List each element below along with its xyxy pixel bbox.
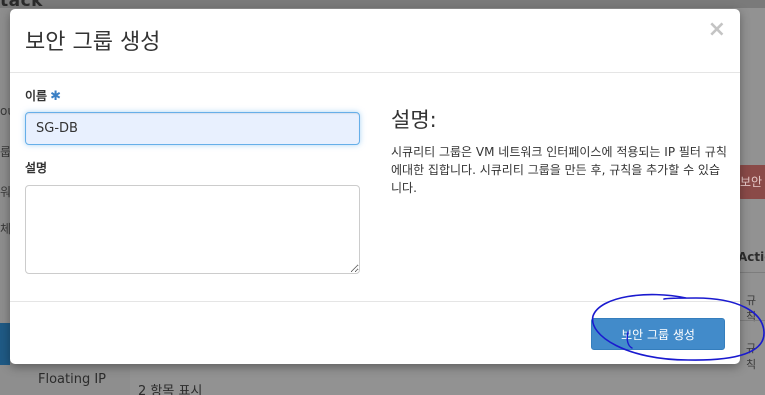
name-field-label: 이름 ✱ <box>25 87 360 104</box>
dialog-footer: 보안 그룹 생성 <box>10 301 740 365</box>
help-panel: 설명: 시큐리티 그룹은 VM 네트워크 인터페이스에 적용되는 IP 필터 규… <box>391 104 731 197</box>
name-label-text: 이름 <box>25 89 48 103</box>
form-column: 이름✱ 설명 <box>25 87 360 274</box>
description-textarea[interactable] <box>25 185 360 274</box>
background-table-count: 2 항목 표시 <box>138 384 203 395</box>
close-icon[interactable]: × <box>708 19 726 41</box>
help-text: 시큐리티 그룹은 VM 네트워크 인터페이스에 적용되는 IP 필터 규칙에대한… <box>391 145 727 195</box>
background-sidebar-active-marker <box>0 323 10 365</box>
background-table-divider <box>740 320 765 321</box>
dialog-header: 보안 그룹 생성 × <box>10 9 740 73</box>
create-security-group-button[interactable]: 보안 그룹 생성 <box>591 318 725 350</box>
create-security-group-dialog: 보안 그룹 생성 × 이름✱ 설명 설명: 시큐리티 그룹은 VM 네트워크 인… <box>10 9 740 364</box>
name-input[interactable] <box>25 112 360 145</box>
description-field-label: 설명 <box>25 161 48 175</box>
help-title: 설명: <box>391 108 437 132</box>
page: tack ou 룹 워 체 Floating IP 2 항목 표시 보안 Act… <box>0 0 765 395</box>
background-table-divider <box>740 272 765 273</box>
background-actions-header: Actio <box>738 250 765 264</box>
background-create-button: 보안 <box>738 165 765 199</box>
dialog-title: 보안 그룹 생성 <box>25 30 161 55</box>
background-topbar <box>0 0 765 8</box>
required-asterisk-icon: ✱ <box>50 89 61 104</box>
background-sidebar-floating-ip: Floating IP <box>38 372 107 387</box>
background-row-action: 규칙 <box>746 342 757 371</box>
